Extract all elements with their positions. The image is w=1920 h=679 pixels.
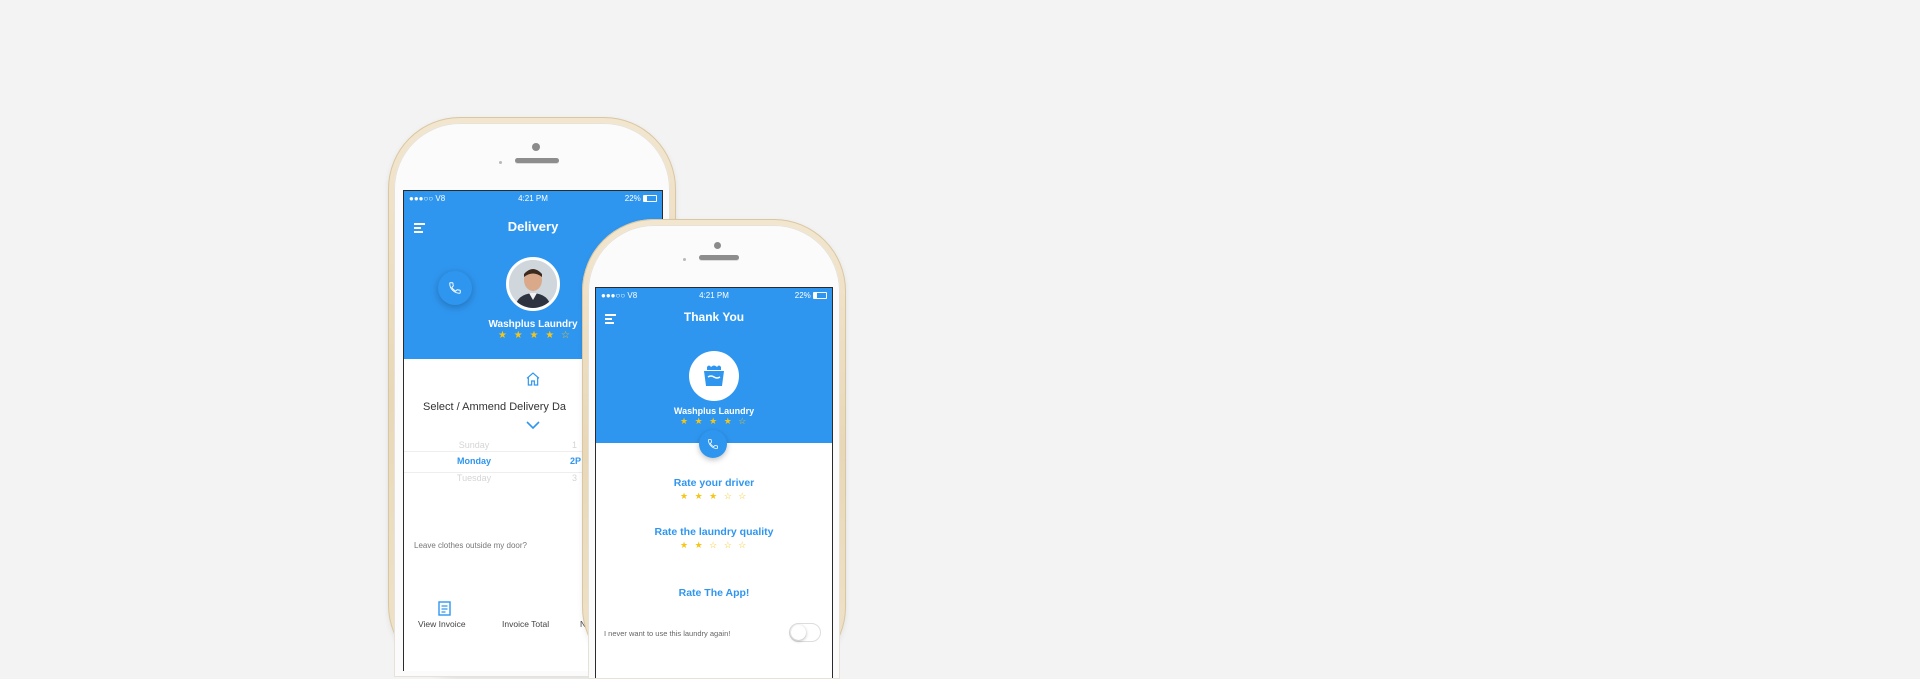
invoice-total-label: Invoice Total	[502, 619, 550, 629]
company-logo	[689, 351, 739, 401]
earpiece-speaker	[515, 158, 559, 163]
phone-icon	[708, 439, 718, 449]
quality-rating-filled[interactable]: ★ ★	[680, 540, 705, 550]
company-rating: ★ ★ ★ ★ ☆	[498, 330, 572, 341]
driver-rating-filled[interactable]: ★ ★ ★	[680, 491, 719, 501]
sensor	[683, 258, 686, 261]
phone-icon	[449, 282, 461, 294]
page-title: Thank You	[683, 310, 745, 324]
front-camera	[714, 242, 721, 249]
company-name: Washplus Laundry	[673, 406, 755, 416]
battery-icon	[813, 292, 827, 299]
picker-option-time[interactable]: 1	[572, 440, 577, 450]
avatar	[506, 257, 560, 311]
rating-filled-stars: ★ ★ ★ ★	[680, 416, 734, 426]
picker-option-time[interactable]: 3	[572, 473, 577, 483]
battery-indicator: 22%	[625, 194, 657, 203]
call-button[interactable]	[699, 430, 727, 458]
never-again-toggle[interactable]	[789, 623, 821, 642]
rate-driver-label: Rate your driver	[673, 477, 755, 489]
driver-rating-stars[interactable]: ★ ★ ★ ☆ ☆	[680, 491, 748, 502]
rate-app-button[interactable]: Rate The App!	[596, 587, 832, 599]
front-camera	[532, 143, 540, 151]
picker-option-day[interactable]: Sunday	[444, 440, 504, 450]
battery-indicator: 22%	[795, 291, 827, 300]
status-time: 4:21 PM	[518, 194, 548, 203]
picker-selected-day[interactable]: Monday	[444, 456, 504, 466]
phone-thank-you: ●●●○○ V8 4:21 PM 22% Thank You Washplus …	[582, 219, 846, 679]
laundry-basket-icon	[704, 365, 724, 386]
battery-percent: 22%	[624, 194, 641, 203]
view-invoice-button[interactable]: View Invoice	[418, 619, 466, 629]
quality-rating-empty[interactable]: ☆ ☆ ☆	[709, 540, 748, 550]
status-bar: ●●●○○ V8 4:21 PM 22%	[596, 288, 832, 302]
rating-empty-stars: ☆	[738, 416, 749, 426]
sensor	[499, 161, 502, 164]
picker-selected-time[interactable]: 2P	[570, 456, 581, 466]
battery-percent: 22%	[794, 291, 811, 300]
screen-thank-you: ●●●○○ V8 4:21 PM 22% Thank You Washplus …	[595, 287, 833, 678]
rating-empty-stars: ☆	[560, 330, 572, 341]
call-button[interactable]	[438, 271, 472, 305]
status-bar: ●●●○○ V8 4:21 PM 22%	[404, 191, 662, 205]
quality-rating-stars[interactable]: ★ ★ ☆ ☆ ☆	[680, 540, 748, 551]
home-icon	[526, 372, 540, 386]
earpiece-speaker	[699, 255, 739, 260]
battery-icon	[643, 195, 657, 202]
picker-option-day[interactable]: Tuesday	[444, 473, 504, 483]
driver-rating-empty[interactable]: ☆ ☆	[724, 491, 749, 501]
header-panel: ●●●○○ V8 4:21 PM 22% Thank You Washplus …	[596, 288, 832, 443]
chevron-down-icon[interactable]	[526, 421, 540, 429]
invoice-icon	[438, 601, 451, 616]
company-rating: ★ ★ ★ ★ ☆	[680, 416, 748, 427]
never-again-label: I never want to use this laundry again!	[604, 629, 731, 638]
select-delivery-date-label[interactable]: Select / Ammend Delivery Da	[423, 401, 566, 413]
rating-filled-stars: ★ ★ ★ ★	[498, 330, 557, 341]
leave-clothes-label: Leave clothes outside my door?	[414, 541, 527, 550]
person-photo-icon	[509, 260, 557, 308]
rate-quality-label: Rate the laundry quality	[654, 526, 774, 538]
